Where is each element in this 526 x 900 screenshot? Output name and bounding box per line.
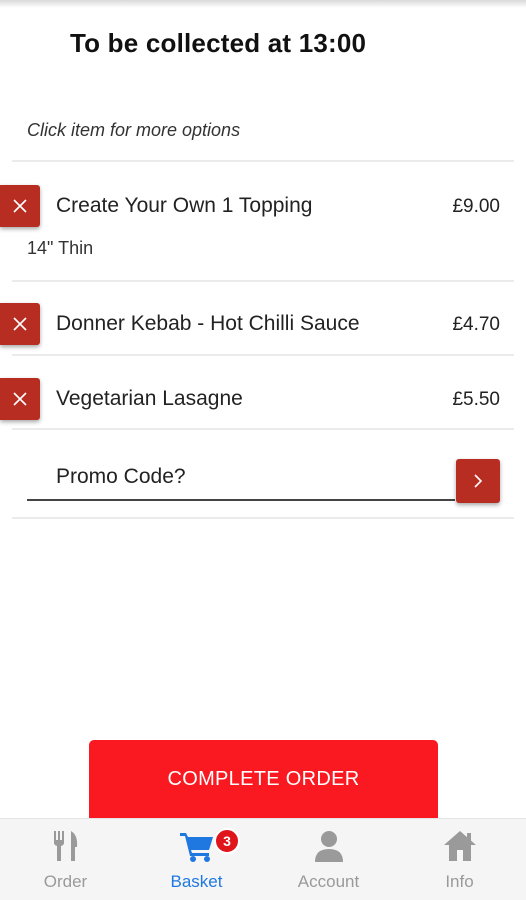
tab-basket[interactable]: Basket bbox=[131, 819, 262, 900]
item-price: £4.70 bbox=[452, 314, 500, 335]
promo-code-input[interactable] bbox=[27, 455, 455, 501]
tab-label: Account bbox=[297, 872, 360, 891]
item-name: Donner Kebab - Hot Chilli Sauce bbox=[56, 312, 360, 335]
tab-order[interactable]: Order bbox=[0, 819, 131, 900]
remove-item-button[interactable] bbox=[0, 378, 40, 420]
divider bbox=[12, 517, 514, 519]
tab-label: Order bbox=[43, 872, 88, 891]
home-icon bbox=[443, 831, 476, 861]
bottom-tab-bar: Order Basket Account Info bbox=[0, 818, 526, 900]
remove-item-button[interactable] bbox=[0, 185, 40, 227]
chevron-right-icon bbox=[474, 474, 483, 488]
tab-account[interactable]: Account bbox=[263, 819, 394, 900]
item-price: £9.00 bbox=[452, 196, 500, 217]
basket-screen: To be collected at 13:00 Click item for … bbox=[0, 0, 526, 900]
divider bbox=[12, 428, 514, 430]
collection-time-title: To be collected at 13:00 bbox=[70, 28, 367, 58]
close-icon bbox=[13, 317, 27, 331]
tab-label: Info bbox=[445, 872, 474, 891]
divider bbox=[12, 160, 514, 162]
complete-order-button[interactable]: COMPLETE ORDER bbox=[89, 740, 438, 822]
item-option: 14" Thin bbox=[27, 238, 94, 258]
apply-promo-button[interactable] bbox=[456, 459, 500, 503]
tab-info[interactable]: Info bbox=[394, 819, 525, 900]
close-icon bbox=[13, 392, 27, 406]
item-price: £5.50 bbox=[452, 389, 500, 410]
item-name: Create Your Own 1 Topping bbox=[56, 194, 313, 217]
remove-item-button[interactable] bbox=[0, 303, 40, 345]
fork-knife-icon bbox=[53, 831, 77, 861]
person-icon bbox=[314, 831, 343, 862]
divider bbox=[12, 354, 514, 356]
complete-order-label: COMPLETE ORDER bbox=[167, 768, 360, 790]
status-bar-shadow bbox=[0, 0, 526, 8]
basket-count-badge: 3 bbox=[214, 828, 240, 854]
close-icon bbox=[13, 199, 27, 213]
tab-label: Basket bbox=[170, 872, 223, 891]
cart-icon bbox=[179, 833, 213, 862]
divider bbox=[12, 280, 514, 282]
item-name: Vegetarian Lasagne bbox=[56, 387, 243, 410]
basket-hint: Click item for more options bbox=[27, 120, 241, 140]
